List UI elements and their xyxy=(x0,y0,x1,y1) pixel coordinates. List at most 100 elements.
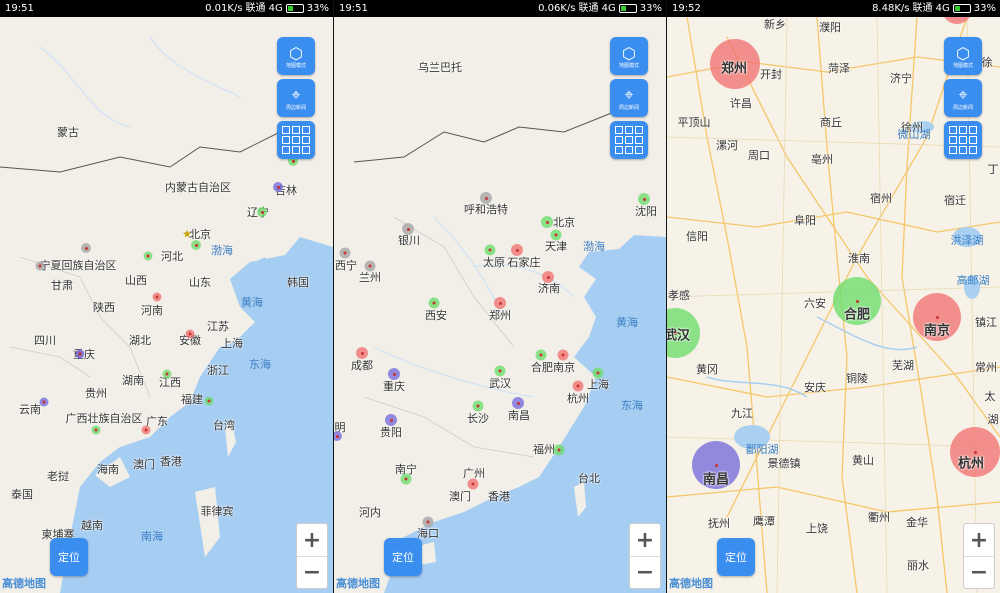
news-marker[interactable] xyxy=(385,414,397,426)
map-label: 台北 xyxy=(578,472,600,485)
locate-button[interactable]: 定位 xyxy=(50,538,88,576)
news-marker[interactable] xyxy=(535,349,547,361)
menu-grid-button[interactable] xyxy=(277,121,315,159)
news-marker[interactable] xyxy=(480,192,492,204)
menu-grid-button[interactable] xyxy=(944,121,982,159)
map-label: 韩国 xyxy=(287,276,309,289)
news-marker[interactable] xyxy=(553,444,565,456)
map-label: 亳州 xyxy=(811,153,833,166)
news-marker[interactable] xyxy=(152,292,162,302)
news-marker[interactable] xyxy=(472,400,484,412)
map-label: 濮阳 xyxy=(819,21,841,34)
news-marker[interactable] xyxy=(400,473,412,485)
city-label: 武汉 xyxy=(667,328,691,344)
map-mode-button[interactable]: ⬡ 地图模式 xyxy=(610,37,648,75)
news-marker[interactable] xyxy=(550,229,562,241)
news-marker[interactable] xyxy=(273,182,283,192)
map-label: 抚州 xyxy=(708,517,730,530)
news-marker[interactable] xyxy=(257,207,267,217)
news-marker[interactable] xyxy=(494,365,506,377)
news-marker[interactable] xyxy=(467,478,479,490)
zoom-out-button[interactable]: − xyxy=(964,556,994,588)
map-label: 镇江 xyxy=(975,316,997,329)
news-marker[interactable] xyxy=(512,397,524,409)
news-marker[interactable] xyxy=(542,271,554,283)
map-label: 南京 xyxy=(553,361,575,374)
news-marker[interactable] xyxy=(35,261,45,271)
nearby-news-button[interactable]: ⌖ 周边新闻 xyxy=(277,79,315,117)
nearby-news-button[interactable]: ⌖ 周边新闻 xyxy=(944,79,982,117)
zoom-in-button[interactable]: + xyxy=(297,524,327,556)
news-marker[interactable] xyxy=(191,240,201,250)
map-label: 四川 xyxy=(34,334,56,347)
news-marker[interactable] xyxy=(364,260,376,272)
battery-icon xyxy=(285,4,304,13)
sea-label: 渤海 xyxy=(211,244,233,257)
map-label: 宿迁 xyxy=(944,194,966,207)
map-label: 徐 xyxy=(981,56,993,69)
map-label: 漯河 xyxy=(716,139,738,152)
news-marker[interactable] xyxy=(185,329,195,339)
news-marker[interactable] xyxy=(75,349,85,359)
map-label: 河南 xyxy=(141,304,163,317)
map-label: 郑州 xyxy=(489,309,511,322)
map-mode-button[interactable]: ⬡ 地图模式 xyxy=(944,37,982,75)
news-marker[interactable] xyxy=(141,425,151,435)
status-bar: 19:52 8.48K/s 联通 4G 33% xyxy=(667,0,1000,17)
map-label: 蒙古 xyxy=(57,126,79,139)
news-marker[interactable] xyxy=(592,367,604,379)
news-marker[interactable] xyxy=(339,247,351,259)
map-canvas[interactable]: 新乡 濮阳 开封 菏泽 济宁 许昌 平顶山 漯河 周口 商丘 亳州 徐州 宿州 … xyxy=(667,17,1000,593)
map-label: 海南 xyxy=(97,463,119,476)
map-label: 阜阳 xyxy=(794,214,816,227)
city-label: 杭州 xyxy=(957,456,985,472)
map-label: 淮南 xyxy=(848,252,870,265)
screenshot-2: 19:51 0.06K/s 联通 4G 33% 乌兰巴托 呼和浩特 北京 天津 … xyxy=(334,0,666,593)
news-marker[interactable] xyxy=(162,369,172,379)
map-label: 孝感 xyxy=(668,289,690,302)
locate-button[interactable]: 定位 xyxy=(717,538,755,576)
map-label: 北京 xyxy=(553,216,575,229)
news-marker[interactable] xyxy=(204,396,214,406)
map-label: 周口 xyxy=(748,149,770,162)
map-canvas[interactable]: 乌兰巴托 呼和浩特 北京 天津 沈阳 银川 太原 石家庄 西宁 兰州 济南 西安… xyxy=(334,17,666,593)
news-marker[interactable] xyxy=(484,244,496,256)
zoom-in-button[interactable]: + xyxy=(630,524,660,556)
map-label: 乌兰巴托 xyxy=(418,61,462,74)
news-marker[interactable] xyxy=(143,251,153,261)
map-logo: 高德地图 xyxy=(669,577,713,590)
map-label: 太 xyxy=(984,390,996,403)
news-marker[interactable] xyxy=(541,216,553,228)
news-marker[interactable] xyxy=(388,368,400,380)
news-marker[interactable] xyxy=(91,425,101,435)
zoom-in-button[interactable]: + xyxy=(964,524,994,556)
map-label: 丁 xyxy=(987,163,999,176)
map-label: 甘肃 xyxy=(51,279,73,292)
net-speed: 0.06K/s xyxy=(538,3,576,14)
news-marker[interactable] xyxy=(557,349,569,361)
hexagon-icon: ⬡ xyxy=(956,43,970,63)
map-mode-button[interactable]: ⬡ 地图模式 xyxy=(277,37,315,75)
news-marker[interactable] xyxy=(511,244,523,256)
map-canvas[interactable]: 蒙古 内蒙古自治区 北京 河北 宁夏回族自治区 甘肃 山西 陕西 山东 河南 江… xyxy=(0,17,333,593)
news-marker[interactable] xyxy=(422,516,434,528)
map-label: 石家庄 xyxy=(507,256,541,269)
locate-button[interactable]: 定位 xyxy=(384,538,422,576)
zoom-out-button[interactable]: − xyxy=(297,556,327,588)
news-marker[interactable] xyxy=(39,397,49,407)
news-marker[interactable] xyxy=(356,347,368,359)
news-marker[interactable] xyxy=(494,297,506,309)
menu-grid-button[interactable] xyxy=(610,121,648,159)
zoom-out-button[interactable]: − xyxy=(630,556,660,588)
news-marker[interactable] xyxy=(428,297,440,309)
lake-label: 高邮湖 xyxy=(956,274,990,287)
nearby-news-button[interactable]: ⌖ 周边新闻 xyxy=(610,79,648,117)
battery-level: 33% xyxy=(306,3,329,14)
map-label: 金华 xyxy=(906,516,928,529)
news-marker[interactable] xyxy=(402,223,414,235)
news-marker[interactable] xyxy=(572,380,584,392)
news-marker[interactable] xyxy=(81,243,91,253)
map-label: 陕西 xyxy=(93,301,115,314)
map-label: 广西壮族自治区 xyxy=(65,412,143,425)
news-marker[interactable] xyxy=(638,193,650,205)
